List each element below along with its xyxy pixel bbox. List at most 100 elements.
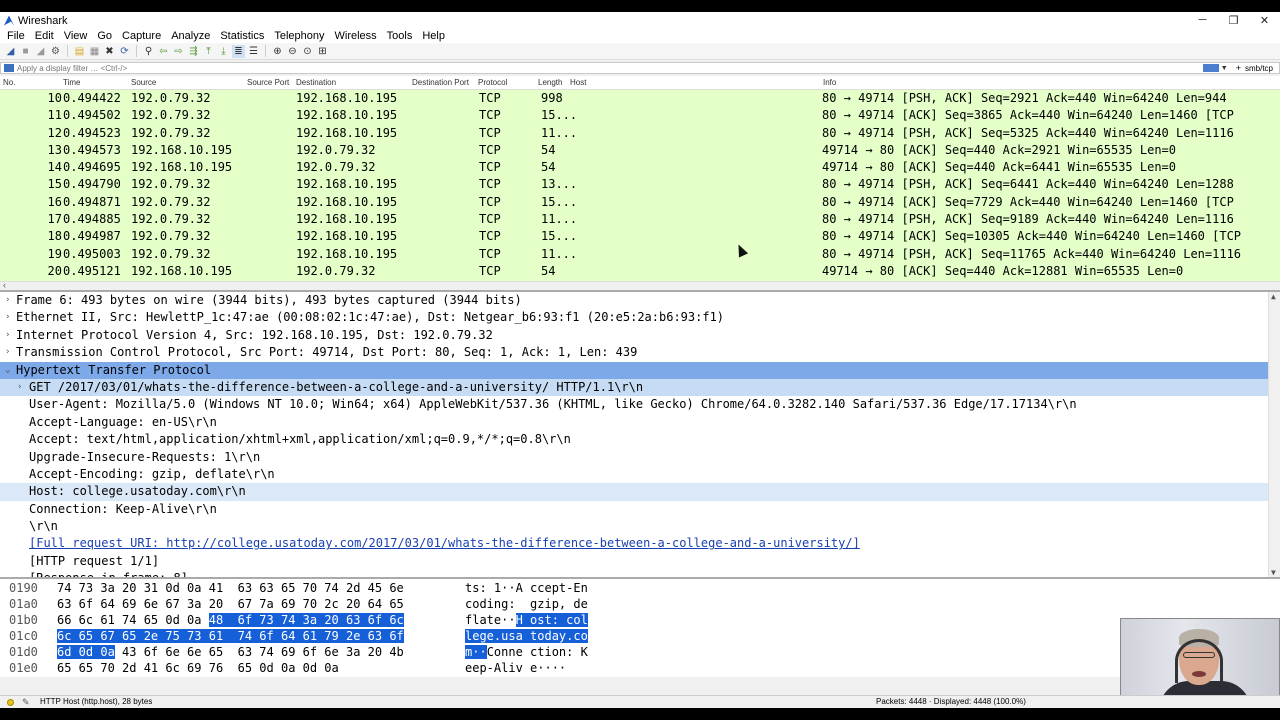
ascii-bytes[interactable]: m··Conne ction: K [465,644,588,660]
menu-analyze[interactable]: Analyze [166,29,215,43]
column-header-source[interactable]: Source [131,76,156,90]
filter-history-dropdown-icon[interactable]: ▼ [1221,65,1228,72]
packet-list-horizontal-scrollbar[interactable]: ‹ [0,280,1280,290]
find-packet-icon[interactable]: ⚲ [142,45,155,58]
restart-icon[interactable]: ◢ [34,45,47,58]
menu-edit[interactable]: Edit [30,29,59,43]
details-vertical-scrollbar[interactable]: ▲ ▼ [1268,292,1280,577]
last-packet-icon[interactable]: ⤓ [217,45,230,58]
options-gear-icon[interactable]: ⚙ [49,45,62,58]
apply-filter-arrow-icon[interactable] [1202,64,1219,72]
hex-bytes[interactable]: 65 65 70 2d 41 6c 69 76 65 0d 0a 0d 0a [57,660,339,676]
column-header-protocol[interactable]: Protocol [478,76,507,90]
autoscroll-icon[interactable]: ≣ [232,44,245,58]
scroll-left-icon[interactable]: ‹ [3,280,6,290]
menu-statistics[interactable]: Statistics [215,29,269,43]
detail-tree-item[interactable]: Accept-Encoding: gzip, deflate\r\n [0,466,1268,483]
shark-fin-start-icon[interactable]: ◢ [4,45,17,58]
go-to-packet-icon[interactable]: ⇶ [187,45,200,58]
colorize-icon[interactable]: ☰ [247,45,260,58]
hex-bytes[interactable]: 63 6f 64 69 6e 67 3a 20 67 7a 69 70 2c 2… [57,596,404,612]
packet-row[interactable]: 15 0.494790 192.0.79.32 192.168.10.195 TCP 13… [0,176,1280,194]
filter-button-smb-tcp[interactable]: smb/tcp [1245,64,1273,73]
full-request-uri-link[interactable]: [Full request URI: http://college.usatod… [0,535,860,552]
hex-bytes[interactable]: 74 73 3a 20 31 0d 0a 41 63 63 65 70 74 2… [57,580,404,596]
hex-bytes[interactable]: 6d 0d 0a 43 6f 6e 6e 65 63 74 69 6f 6e 3… [57,644,404,660]
minimize-button[interactable]: ─ [1187,14,1218,27]
packet-row[interactable]: 16 0.494871 192.0.79.32 192.168.10.195 TCP 15… [0,193,1280,212]
scroll-up-icon[interactable]: ▲ [1271,292,1276,301]
zoom-in-icon[interactable]: ⊕ [271,45,284,58]
stop-icon[interactable]: ■ [19,45,32,58]
expanded-arrow-icon[interactable]: ⌄ [5,362,10,379]
packet-row[interactable]: 20 0.495121 192.168.10.195 192.0.79.32 TCP 54… [0,262,1280,281]
detail-tree-item[interactable]: › Ethernet II, Src: HewlettP_1c:47:ae (00… [0,309,1268,326]
collapsed-arrow-icon[interactable]: › [5,309,10,326]
column-header-host[interactable]: Host [570,76,586,90]
column-header-length[interactable]: Length [538,76,562,90]
scroll-down-icon[interactable]: ▼ [1271,568,1276,577]
column-header-info[interactable]: Info [823,76,836,90]
ascii-bytes[interactable]: eep-Aliv e···· [465,660,566,676]
detail-tree-item[interactable]: › Frame 6: 493 bytes on wire (3944 bits),… [0,292,1268,309]
first-packet-icon[interactable]: ⤒ [202,45,215,58]
expert-info-indicator-icon[interactable] [7,699,14,706]
display-filter-input[interactable] [17,63,1203,73]
packet-row[interactable]: 10 0.494422 192.0.79.32 192.168.10.195 TCP 99… [0,90,1280,108]
packet-row[interactable]: 17 0.494885 192.0.79.32 192.168.10.195 TCP 11… [0,211,1280,229]
maximize-button[interactable]: ❐ [1218,14,1249,27]
packet-row[interactable]: 19 0.495003 192.0.79.32 192.168.10.195 TCP 11… [0,245,1280,263]
detail-tree-item[interactable]: Accept-Language: en-US\r\n [0,414,1268,431]
hex-bytes[interactable]: 66 6c 61 74 65 0d 0a 48 6f 73 74 3a 20 6… [57,612,404,628]
detail-tree-item[interactable]: [Response in frame: 8] [0,570,1268,577]
packet-row[interactable]: 11 0.494502 192.0.79.32 192.168.10.195 TCP 15… [0,107,1280,125]
packet-row[interactable]: 14 0.494695 192.168.10.195 192.0.79.32 TCP 54… [0,159,1280,177]
collapsed-arrow-icon[interactable]: › [17,379,22,396]
edit-comment-icon[interactable]: ✎ [22,696,30,708]
column-header-destination[interactable]: Destination [296,76,336,90]
menu-wireless[interactable]: Wireless [330,29,382,43]
column-header-time[interactable]: Time [63,76,80,90]
bookmark-icon[interactable] [4,64,14,72]
detail-tree-item[interactable]: Host: college.usatoday.com\r\n [0,483,1268,501]
detail-tree-item[interactable]: [Full request URI: http://college.usatod… [0,535,1268,552]
add-filter-button-icon[interactable]: + [1236,63,1241,73]
menu-capture[interactable]: Capture [117,29,166,43]
menu-tools[interactable]: Tools [382,29,418,43]
ascii-bytes[interactable]: ts: 1··A ccept-En [465,580,588,596]
detail-tree-item[interactable]: › GET /2017/03/01/whats-the-difference-be… [0,378,1268,397]
packet-row[interactable]: 12 0.494523 192.0.79.32 192.168.10.195 TCP 11… [0,124,1280,142]
detail-tree-item[interactable]: ⌄ Hypertext Transfer Protocol [0,361,1268,379]
packet-row[interactable]: 18 0.494987 192.0.79.32 192.168.10.195 TCP 15… [0,228,1280,246]
ascii-bytes[interactable]: lege.usa today.co [465,628,588,644]
open-file-icon[interactable]: ▤ [73,45,86,58]
close-file-icon[interactable]: ✖ [103,45,116,58]
detail-tree-item[interactable]: Connection: Keep-Alive\r\n [0,501,1268,518]
detail-tree-item[interactable]: › Internet Protocol Version 4, Src: 192.1… [0,327,1268,344]
zoom-out-icon[interactable]: ⊖ [286,45,299,58]
column-header-destination-port[interactable]: Destination Port [412,76,469,90]
reload-icon[interactable]: ⟳ [118,45,131,58]
hex-bytes[interactable]: 6c 65 67 65 2e 75 73 61 74 6f 64 61 79 2… [57,628,404,644]
detail-tree-item[interactable]: Upgrade-Insecure-Requests: 1\r\n [0,449,1268,466]
close-button[interactable]: ✕ [1249,14,1280,27]
ascii-bytes[interactable]: flate··H ost: col [465,612,588,628]
column-header-source-port[interactable]: Source Port [247,76,289,90]
go-forward-icon[interactable]: ⇨ [172,45,185,58]
collapsed-arrow-icon[interactable]: › [5,344,10,361]
ascii-bytes[interactable]: coding: gzip, de [465,596,588,612]
collapsed-arrow-icon[interactable]: › [5,327,10,344]
menu-help[interactable]: Help [417,29,450,43]
menu-telephony[interactable]: Telephony [269,29,329,43]
save-file-icon[interactable]: ▦ [88,45,101,58]
zoom-reset-icon[interactable]: ⊙ [301,45,314,58]
menu-view[interactable]: View [59,29,93,43]
detail-tree-item[interactable]: Accept: text/html,application/xhtml+xml,… [0,431,1268,448]
menu-go[interactable]: Go [92,29,117,43]
column-header-no[interactable]: No. [3,76,15,90]
collapsed-arrow-icon[interactable]: › [5,292,10,309]
resize-columns-icon[interactable]: ⊞ [316,45,329,58]
detail-tree-item[interactable]: › Transmission Control Protocol, Src Port… [0,344,1268,361]
go-back-icon[interactable]: ⇦ [157,45,170,58]
detail-tree-item[interactable]: [HTTP request 1/1] [0,553,1268,570]
